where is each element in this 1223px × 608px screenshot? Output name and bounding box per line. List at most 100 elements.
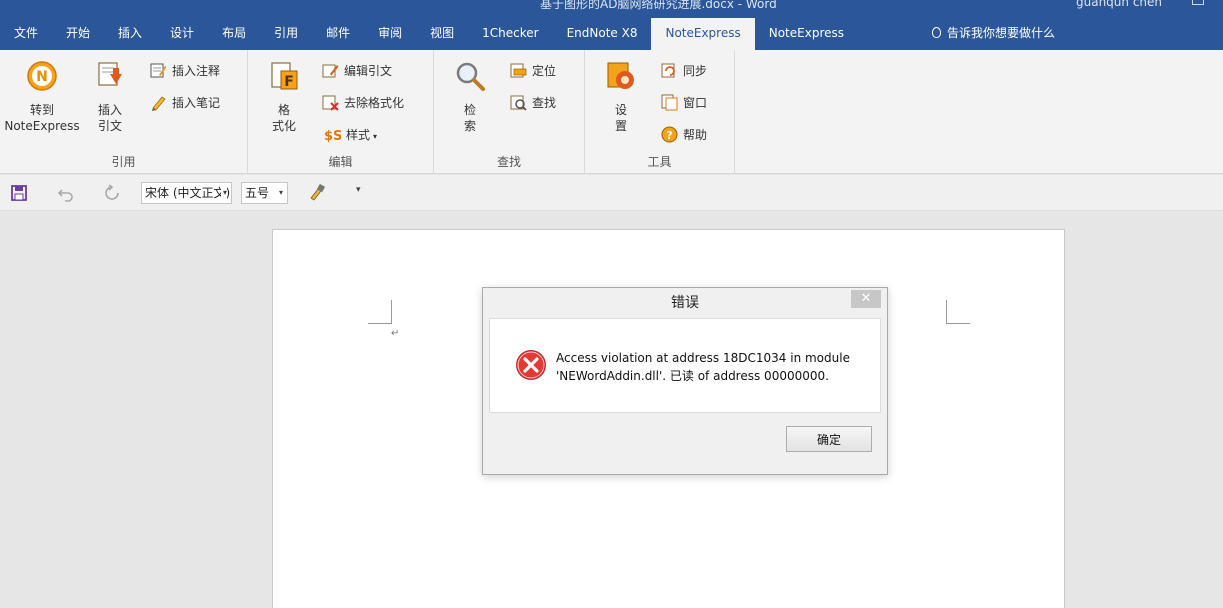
font-size-chevron-icon: ▾ xyxy=(278,188,283,197)
tell-me-text: 告诉我你想要做什么 xyxy=(947,26,1056,40)
tab-review[interactable]: 审阅 xyxy=(364,18,416,50)
tab-file[interactable]: 文件 xyxy=(0,18,52,50)
tab-references[interactable]: 引用 xyxy=(260,18,312,50)
insert-label-1: 插入 xyxy=(97,103,122,117)
group-cite: N 转到 NoteExpress 插入 引文 插入注释 插入笔记 引用 xyxy=(0,50,248,174)
remove-format-button[interactable]: 去除格式化 xyxy=(322,92,404,114)
tab-noteexpress-active[interactable]: NoteExpress xyxy=(651,18,755,50)
quick-access-toolbar: 宋体 (中文正文) ▾ 五号 ▾ ▾ xyxy=(0,175,1223,211)
insert-note-label: 插入注释 xyxy=(172,64,221,78)
insert-citation-icon xyxy=(98,62,122,86)
format-painter-icon[interactable] xyxy=(308,183,326,203)
help-icon: ? xyxy=(661,126,678,143)
window-button[interactable]: 窗口 xyxy=(661,92,707,114)
group-find: 检 索 定位 查找 查找 xyxy=(434,50,585,174)
sync-label: 同步 xyxy=(683,64,708,78)
redo-icon[interactable] xyxy=(102,183,122,203)
tab-noteexpress[interactable]: NoteExpress xyxy=(755,18,858,50)
goto-label-1: 转到 xyxy=(29,103,54,117)
lightbulb-icon xyxy=(932,27,941,38)
locate-label: 定位 xyxy=(532,64,557,78)
group-label-tools: 工具 xyxy=(647,155,672,169)
remove-format-icon xyxy=(322,95,339,111)
ribbon: N 转到 NoteExpress 插入 引文 插入注释 插入笔记 引用 F 格 … xyxy=(0,50,1223,174)
chevron-down-icon: ▾ xyxy=(373,132,378,141)
insert-memo-label: 插入笔记 xyxy=(172,96,221,110)
close-icon[interactable]: ✕ xyxy=(851,290,881,308)
ribbon-display-icon[interactable] xyxy=(1192,0,1204,5)
group-label-find: 查找 xyxy=(496,155,521,169)
error-message: Access violation at address 18DC1034 in … xyxy=(556,351,850,383)
tab-view[interactable]: 视图 xyxy=(416,18,468,50)
window-label: 窗口 xyxy=(683,96,708,110)
sync-icon xyxy=(661,63,675,78)
sync-button[interactable]: 同步 xyxy=(661,60,707,82)
gear-icon xyxy=(607,62,634,89)
edit-citation-icon xyxy=(322,64,339,78)
customize-qat-icon[interactable]: ▾ xyxy=(356,185,361,205)
insert-memo-button[interactable]: 插入笔记 xyxy=(150,92,220,114)
locate-button[interactable]: 定位 xyxy=(510,60,556,82)
user-name[interactable]: guanqun chen xyxy=(1076,0,1162,9)
help-label: 帮助 xyxy=(683,128,708,142)
locate-icon xyxy=(510,63,527,78)
edit-citation-button[interactable]: 编辑引文 xyxy=(322,60,392,82)
ribbon-tabs: 文件 开始 插入 设计 布局 引用 邮件 审阅 视图 1Checker EndN… xyxy=(0,18,858,50)
dialog-body: Access violation at address 18DC1034 in … xyxy=(489,318,881,413)
search-label-2: 索 xyxy=(463,119,476,133)
magnifier-icon xyxy=(456,62,485,91)
dialog-title: 错误 xyxy=(671,295,699,311)
help-button[interactable]: ? 帮助 xyxy=(661,124,707,146)
tab-layout[interactable]: 布局 xyxy=(208,18,260,50)
group-tools: 设 置 同步 窗口 ? 帮助 工具 xyxy=(585,50,735,174)
crop-mark-top-left xyxy=(368,300,392,324)
format-label-2: 式化 xyxy=(271,119,296,133)
style-dropdown[interactable]: $S 样式 ▾ xyxy=(324,124,377,146)
tell-me-box[interactable]: 告诉我你想要做什么 xyxy=(932,18,1055,50)
save-icon[interactable] xyxy=(10,183,28,203)
insert-label-2: 引文 xyxy=(97,119,122,133)
undo-icon[interactable] xyxy=(56,183,76,203)
style-label: 样式 xyxy=(346,128,371,142)
document-title: 基于图形的AD脑网络研究进展.docx - Word xyxy=(540,0,777,11)
tab-1checker[interactable]: 1Checker xyxy=(468,18,552,50)
find-label: 查找 xyxy=(532,96,557,110)
group-edit: F 格 式化 编辑引文 去除格式化 $S 样式 ▾ 编辑 xyxy=(248,50,434,174)
noteexpress-logo-icon: N xyxy=(27,61,57,91)
settings-label-2: 置 xyxy=(614,119,627,133)
insert-note-icon xyxy=(150,63,167,78)
tab-home[interactable]: 开始 xyxy=(52,18,104,50)
title-bar: 基于图形的AD脑网络研究进展.docx - Word guanqun chen … xyxy=(0,0,1223,50)
error-dialog: 错误 ✕ Access violation at address 18DC103… xyxy=(482,287,888,475)
goto-noteexpress-button[interactable]: N 转到 NoteExpress xyxy=(4,60,80,134)
svg-text:N: N xyxy=(36,69,48,85)
group-label-edit: 编辑 xyxy=(328,155,353,169)
crop-mark-top-right xyxy=(946,300,970,324)
tab-mailings[interactable]: 邮件 xyxy=(312,18,364,50)
ok-button[interactable]: 确定 xyxy=(786,426,872,452)
svg-text:$S: $S xyxy=(324,129,341,143)
error-icon xyxy=(516,350,546,380)
insert-note-button[interactable]: 插入注释 xyxy=(150,60,220,82)
edit-citation-label: 编辑引文 xyxy=(344,64,393,78)
settings-label-1: 设 xyxy=(614,103,627,117)
settings-button[interactable]: 设 置 xyxy=(599,60,643,134)
insert-citation-button[interactable]: 插入 引文 xyxy=(88,60,132,134)
font-name-value: 宋体 (中文正文) xyxy=(145,186,231,200)
search-button[interactable]: 检 索 xyxy=(448,60,492,134)
svg-text:?: ? xyxy=(666,129,672,142)
format-button[interactable]: F 格 式化 xyxy=(262,60,306,134)
font-name-select[interactable]: 宋体 (中文正文) ▾ xyxy=(141,182,232,204)
font-size-value: 五号 xyxy=(245,186,270,200)
format-label-1: 格 xyxy=(277,103,290,117)
font-size-select[interactable]: 五号 ▾ xyxy=(241,182,288,204)
remove-format-label: 去除格式化 xyxy=(344,96,405,110)
tab-endnote[interactable]: EndNote X8 xyxy=(553,18,652,50)
font-name-chevron-icon: ▾ xyxy=(220,183,227,203)
svg-text:F: F xyxy=(284,74,294,90)
find-button[interactable]: 查找 xyxy=(510,92,556,114)
tab-insert[interactable]: 插入 xyxy=(104,18,156,50)
tab-design[interactable]: 设计 xyxy=(156,18,208,50)
paragraph-mark-icon: ↵ xyxy=(391,328,400,339)
format-bibliography-icon: F xyxy=(271,62,298,90)
